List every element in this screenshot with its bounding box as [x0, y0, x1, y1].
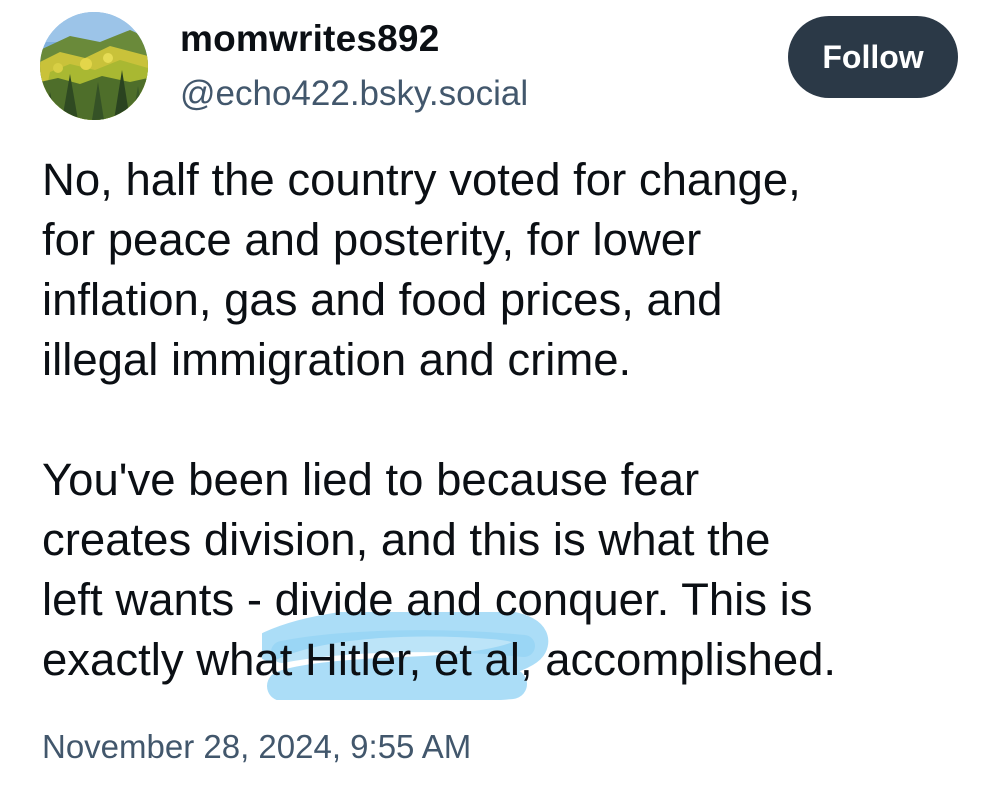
- post-line: No, half the country voted for change,: [42, 154, 801, 205]
- landscape-avatar-icon: [40, 12, 148, 120]
- avatar[interactable]: [40, 12, 148, 120]
- author-display-name[interactable]: momwrites892: [180, 18, 439, 60]
- post-text: No, half the country voted for change, f…: [42, 150, 982, 690]
- post-line: for peace and posterity, for lower: [42, 214, 702, 265]
- author-handle[interactable]: @echo422.bsky.social: [180, 74, 528, 114]
- post-line: illegal immigration and crime.: [42, 334, 632, 385]
- post-paragraph: No, half the country voted for change, f…: [42, 150, 982, 390]
- post-timestamp[interactable]: November 28, 2024, 9:55 AM: [42, 728, 471, 766]
- post-line: left wants - divide and conquer. This is: [42, 574, 813, 625]
- post-line: inflation, gas and food prices, and: [42, 274, 723, 325]
- post-line: You've been lied to because fear: [42, 454, 700, 505]
- post-paragraph: You've been lied to because fear creates…: [42, 450, 982, 690]
- post-line: exactly what Hitler, et al, accomplished…: [42, 634, 837, 685]
- follow-button[interactable]: Follow: [788, 16, 958, 98]
- post-card: momwrites892 @echo422.bsky.social Follow…: [0, 0, 1000, 786]
- post-line: creates division, and this is what the: [42, 514, 771, 565]
